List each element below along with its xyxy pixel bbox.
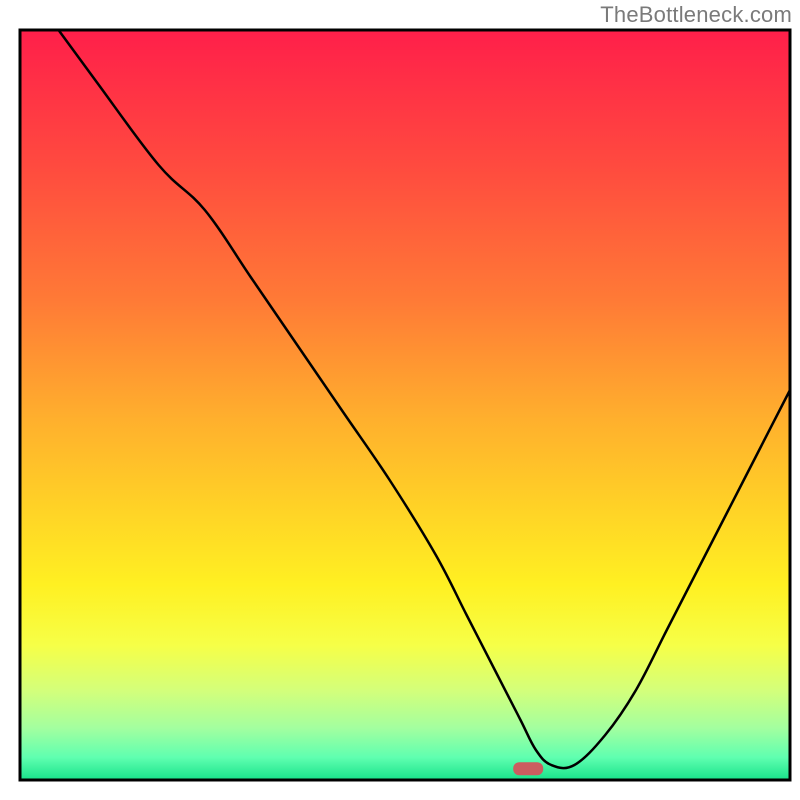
minimum-marker [513, 762, 543, 775]
watermark-text: TheBottleneck.com [600, 2, 792, 28]
bottleneck-chart: TheBottleneck.com [0, 0, 800, 800]
plot-background [20, 30, 790, 780]
chart-svg [0, 0, 800, 800]
